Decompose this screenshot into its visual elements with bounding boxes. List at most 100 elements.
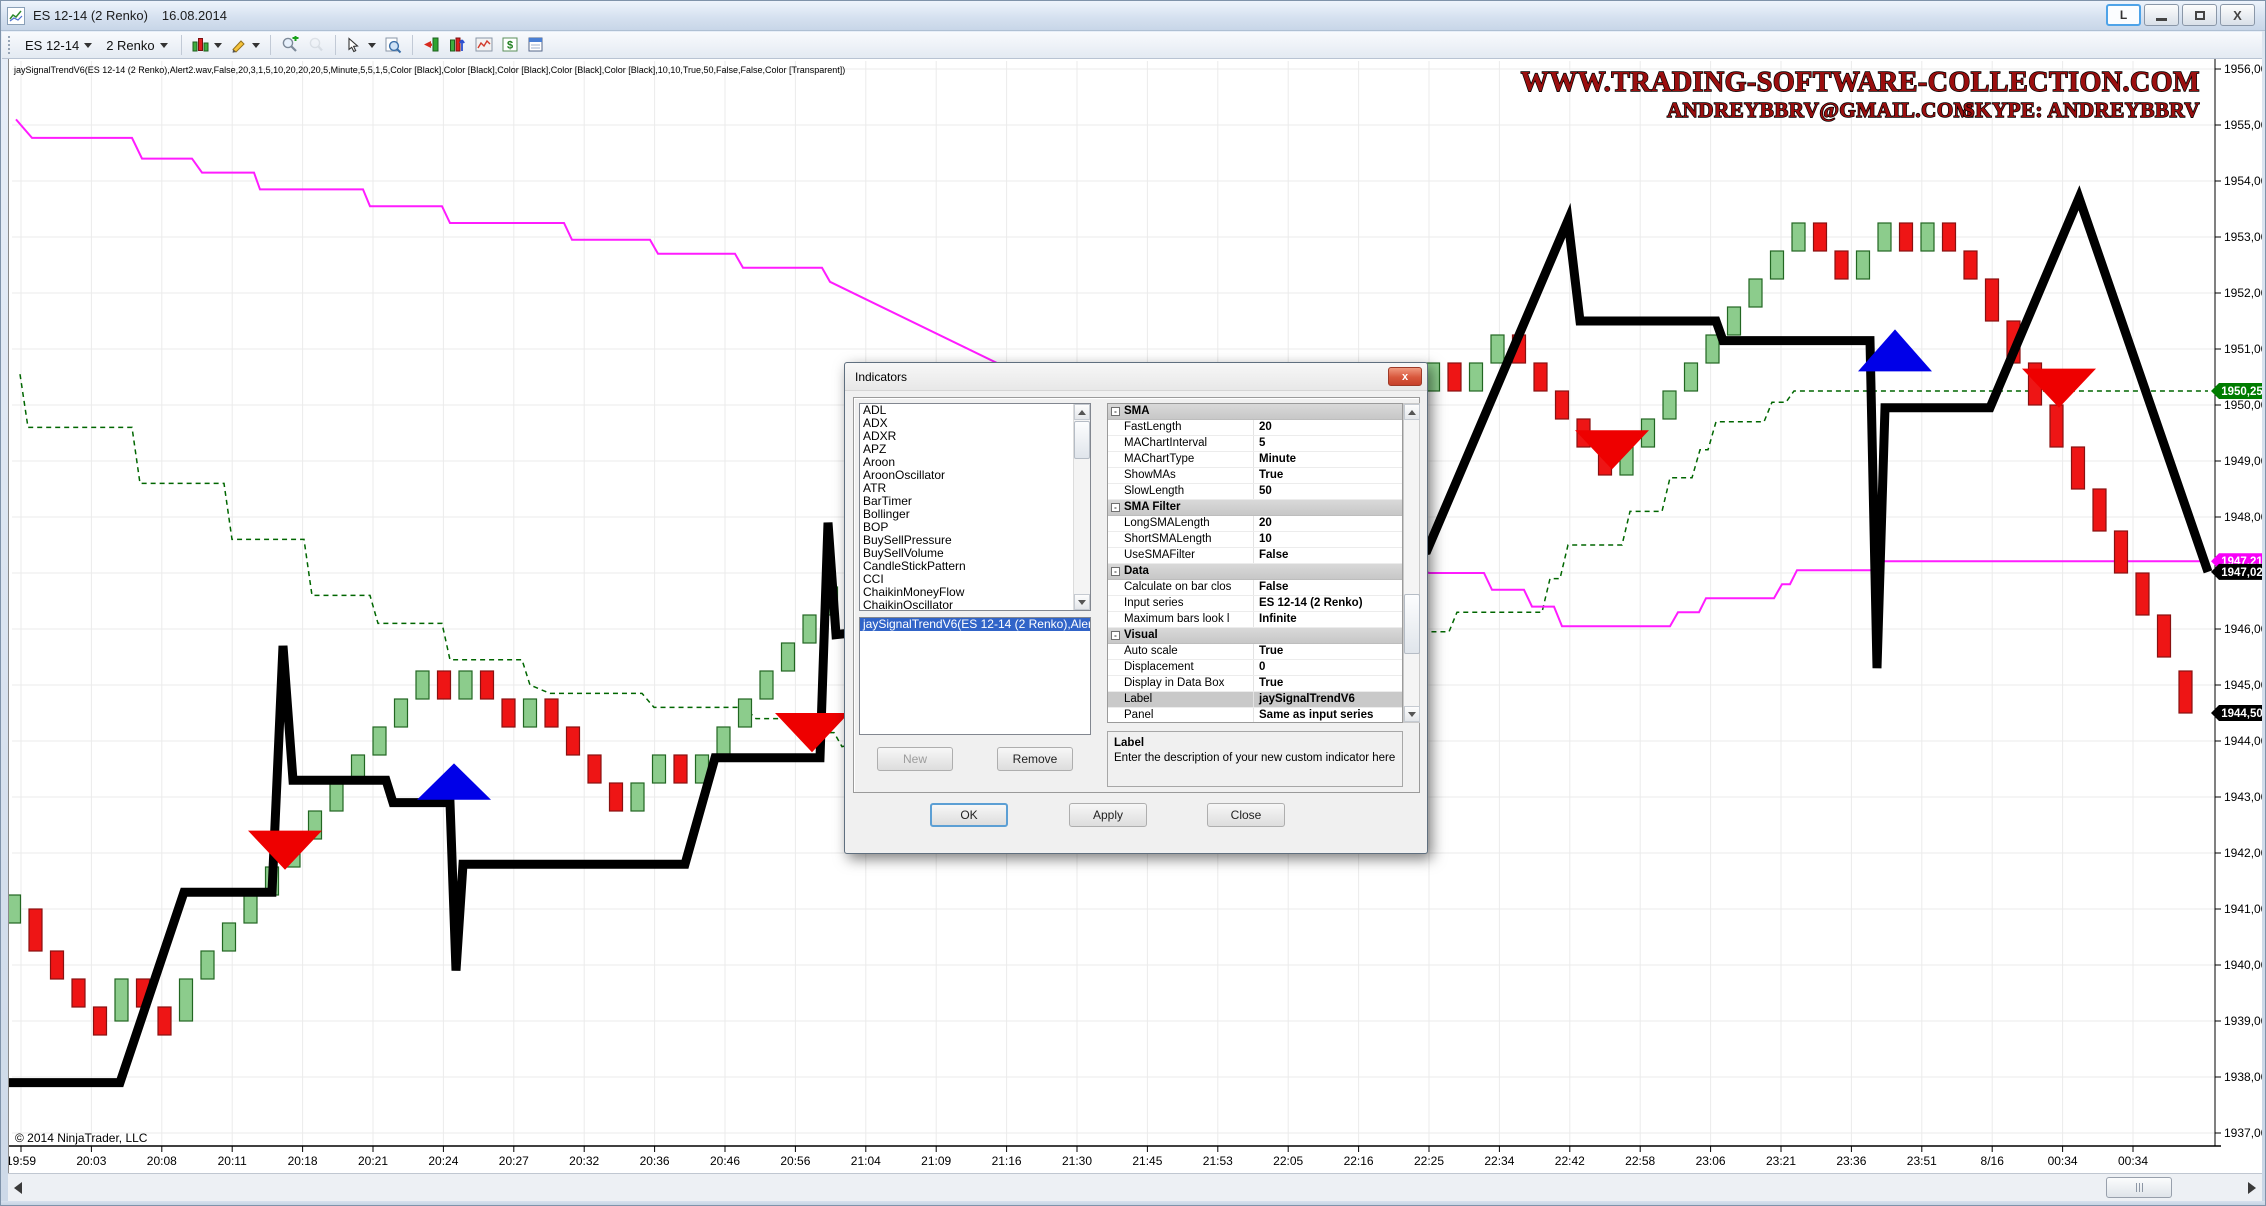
chevron-down-icon[interactable] [252, 43, 260, 48]
chevron-down-icon[interactable] [368, 43, 376, 48]
collapse-icon[interactable]: - [1111, 631, 1120, 640]
property-value[interactable]: 10 [1254, 532, 1402, 547]
property-value[interactable]: Infinite [1254, 612, 1402, 627]
data-box-icon[interactable] [381, 34, 405, 56]
property-value[interactable]: False [1254, 548, 1402, 563]
scroll-left-icon[interactable] [14, 1182, 22, 1194]
property-row[interactable]: UseSMAFilterFalse [1108, 548, 1402, 564]
collapse-icon[interactable]: - [1111, 567, 1120, 576]
renko-up-bar [760, 671, 773, 699]
price-axis-label: 1955,00 [2224, 118, 2265, 132]
drawing-tools-icon[interactable] [227, 34, 251, 56]
property-value[interactable]: 20 [1254, 420, 1402, 435]
property-value[interactable]: True [1254, 676, 1402, 691]
renko-up-bar [459, 671, 472, 699]
property-value[interactable]: Same as input series [1254, 708, 1402, 723]
available-indicators-list[interactable]: ADLADXADXRAPZAroonAroonOscillatorATRBarT… [859, 403, 1091, 611]
property-row[interactable]: Displacement0 [1108, 660, 1402, 676]
property-row[interactable]: Auto scaleTrue [1108, 644, 1402, 660]
price-axis-label: 1939,00 [2224, 1014, 2265, 1028]
property-value[interactable]: Minute [1254, 452, 1402, 467]
properties-icon[interactable] [524, 34, 548, 56]
selected-indicators-list[interactable]: jaySignalTrendV6(ES 12-14 (2 Renko),Aler… [859, 617, 1091, 735]
property-value[interactable]: ES 12-14 (2 Renko) [1254, 596, 1402, 611]
property-row[interactable]: ShortSMALength10 [1108, 532, 1402, 548]
property-value[interactable]: True [1254, 644, 1402, 659]
property-value[interactable]: True [1254, 468, 1402, 483]
indicator-list-item[interactable]: Bollinger [860, 508, 1090, 521]
pointer-icon[interactable] [343, 34, 367, 56]
remove-button[interactable]: Remove [997, 747, 1073, 771]
time-axis-label: 00:34 [2048, 1154, 2078, 1168]
indicator-list-item[interactable]: ADXR [860, 430, 1090, 443]
property-row[interactable]: PanelSame as input series [1108, 708, 1402, 723]
property-value[interactable]: 20 [1254, 516, 1402, 531]
zoom-in-icon[interactable] [278, 34, 302, 56]
time-axis-label: 20:18 [288, 1154, 318, 1168]
dialog-close-button[interactable]: x [1388, 367, 1422, 386]
scroll-right-icon[interactable] [2248, 1182, 2256, 1194]
period-selector[interactable]: 2 Renko [99, 35, 174, 56]
chart-style-icon[interactable] [189, 34, 213, 56]
property-value[interactable]: 50 [1254, 484, 1402, 499]
dialog-title-bar[interactable]: Indicators x [845, 363, 1427, 391]
grid-scrollbar[interactable] [1403, 403, 1420, 723]
list-scrollbar[interactable] [1073, 404, 1090, 610]
indicator-list-item[interactable]: CandleStickPattern [860, 560, 1090, 573]
property-value[interactable]: jaySignalTrendV6 [1254, 692, 1402, 707]
toolbar-grip[interactable] [8, 36, 12, 54]
restore-button[interactable] [2182, 4, 2217, 26]
scroll-down-icon[interactable] [1404, 706, 1420, 722]
property-value[interactable]: 0 [1254, 660, 1402, 675]
chevron-down-icon[interactable] [214, 43, 222, 48]
collapse-icon[interactable]: - [1111, 503, 1120, 512]
property-group-header[interactable]: -Data [1108, 564, 1402, 580]
horizontal-scrollbar[interactable] [8, 1173, 2264, 1201]
property-row[interactable]: Display in Data BoxTrue [1108, 676, 1402, 692]
close-button[interactable]: X [2220, 4, 2255, 26]
scroll-up-icon[interactable] [1404, 404, 1420, 420]
zoom-out-icon[interactable] [304, 34, 328, 56]
instrument-selector[interactable]: ES 12-14 [18, 35, 99, 56]
scroll-up-icon[interactable] [1074, 404, 1090, 420]
scrollbar-thumb[interactable] [1404, 594, 1420, 654]
property-row[interactable]: Calculate on bar closFalse [1108, 580, 1402, 596]
indicator-list-item[interactable]: ChaikinOscillator [860, 599, 1090, 611]
title-bar[interactable]: ES 12-14 (2 Renko) 16.08.2014 L X [1, 1, 2265, 31]
selected-indicator-item[interactable]: jaySignalTrendV6(ES 12-14 (2 Renko),Aler… [860, 618, 1090, 631]
property-grid[interactable]: -SMAFastLength20MAChartInterval5MAChartT… [1107, 403, 1403, 723]
new-button[interactable]: New [877, 747, 953, 771]
scrollbar-thumb[interactable] [1074, 421, 1090, 459]
minimize-button[interactable] [2144, 4, 2179, 26]
property-value[interactable]: False [1254, 580, 1402, 595]
indicators-window-icon[interactable] [446, 34, 470, 56]
renko-down-bar [2072, 447, 2085, 489]
renko-up-bar [1771, 251, 1784, 279]
property-row[interactable]: MAChartTypeMinute [1108, 452, 1402, 468]
apply-button[interactable]: Apply [1069, 803, 1147, 827]
property-row[interactable]: Input seriesES 12-14 (2 Renko) [1108, 596, 1402, 612]
property-row[interactable]: FastLength20 [1108, 420, 1402, 436]
property-row[interactable]: SlowLength50 [1108, 484, 1402, 500]
scrollbar-thumb[interactable] [2106, 1177, 2172, 1198]
close-dialog-button[interactable]: Close [1207, 803, 1285, 827]
property-group-header[interactable]: -Visual [1108, 628, 1402, 644]
indicator-list-item[interactable]: AroonOscillator [860, 469, 1090, 482]
link-button[interactable]: L [2106, 4, 2141, 26]
property-row[interactable]: MAChartInterval5 [1108, 436, 1402, 452]
account-data-icon[interactable]: $ [498, 34, 522, 56]
property-row[interactable]: ShowMAsTrue [1108, 468, 1402, 484]
ok-button[interactable]: OK [930, 803, 1008, 827]
property-row[interactable]: LabeljaySignalTrendV6 [1108, 692, 1402, 708]
property-row[interactable]: LongSMALength20 [1108, 516, 1402, 532]
property-row[interactable]: Maximum bars look lInfinite [1108, 612, 1402, 628]
collapse-icon[interactable]: - [1111, 407, 1120, 416]
time-axis-label: 20:56 [780, 1154, 810, 1168]
scroll-down-icon[interactable] [1074, 594, 1090, 610]
mini-chart-icon[interactable] [472, 34, 496, 56]
property-value[interactable]: 5 [1254, 436, 1402, 451]
chart-trader-icon[interactable] [420, 34, 444, 56]
indicator-list-item[interactable]: ADL [860, 404, 1090, 417]
property-group-header[interactable]: -SMA [1108, 404, 1402, 420]
property-group-header[interactable]: -SMA Filter [1108, 500, 1402, 516]
